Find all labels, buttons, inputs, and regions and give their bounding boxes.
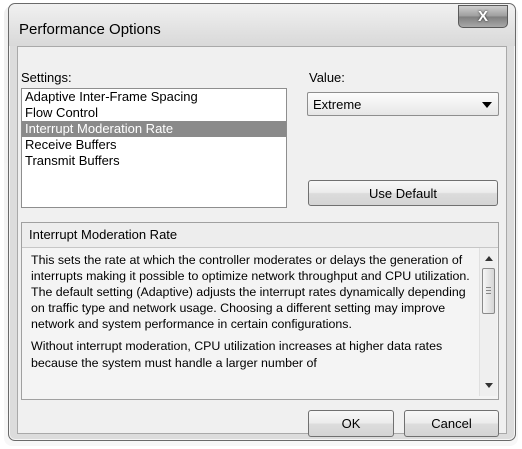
grip-line (486, 293, 491, 294)
cancel-button[interactable]: Cancel (404, 410, 499, 437)
description-header: Interrupt Moderation Rate (22, 223, 498, 248)
description-panel: Interrupt Moderation Rate This sets the … (21, 222, 499, 400)
description-paragraph: Without interrupt moderation, CPU utiliz… (31, 339, 443, 370)
list-item-interrupt-moderation-rate[interactable]: Interrupt Moderation Rate (22, 121, 286, 137)
description-scrollbar[interactable] (479, 248, 497, 396)
value-label: Value: (309, 70, 345, 85)
chevron-down-icon (482, 102, 492, 108)
grip-line (486, 290, 491, 291)
description-paragraph: This sets the rate at which the controll… (31, 253, 470, 332)
grip-line (486, 287, 491, 288)
settings-listbox[interactable]: Adaptive Inter-Frame Spacing Flow Contro… (21, 88, 287, 208)
list-item-adaptive-ifs[interactable]: Adaptive Inter-Frame Spacing (22, 89, 286, 105)
description-text: This sets the rate at which the controll… (31, 252, 473, 395)
window-title: Performance Options (19, 21, 161, 38)
close-button[interactable]: X (458, 5, 508, 28)
arrow-down-icon[interactable] (485, 383, 493, 388)
close-icon: X (477, 8, 488, 25)
title-bar[interactable]: Performance Options X (9, 4, 515, 46)
description-title: Interrupt Moderation Rate (29, 227, 178, 242)
scrollbar-thumb[interactable] (482, 268, 495, 314)
arrow-up-icon[interactable] (485, 256, 493, 261)
ok-button[interactable]: OK (308, 410, 394, 437)
list-item-receive-buffers[interactable]: Receive Buffers (22, 137, 286, 153)
value-dropdown[interactable]: Extreme (307, 92, 499, 116)
use-default-button[interactable]: Use Default (308, 180, 498, 206)
settings-label: Settings: (21, 70, 72, 85)
list-item-flow-control[interactable]: Flow Control (22, 105, 286, 121)
value-dropdown-text: Extreme (313, 97, 362, 112)
list-item-transmit-buffers[interactable]: Transmit Buffers (22, 153, 286, 169)
